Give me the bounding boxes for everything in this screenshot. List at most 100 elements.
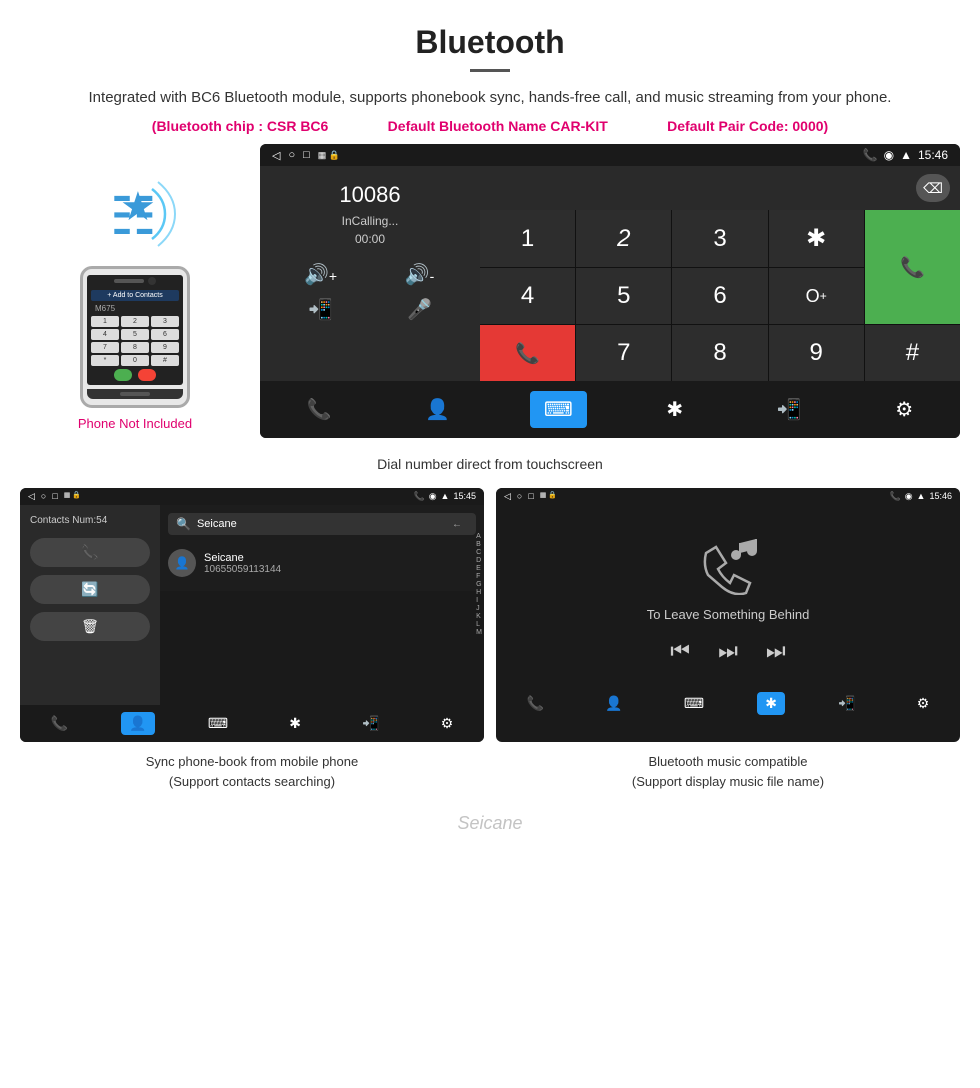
contacts-back-icon[interactable]: ◁	[28, 491, 35, 502]
dialpad-7[interactable]: 7	[91, 342, 119, 353]
dialpad-0[interactable]: 0	[121, 355, 149, 366]
dial-bottom-dialpad-btn[interactable]: ⌨	[530, 391, 587, 428]
contacts-search-input[interactable]	[197, 518, 452, 530]
music-artwork-svg	[688, 525, 768, 595]
music-play-btn[interactable]: ⏭	[718, 638, 738, 664]
phone-side: ★ ☷ + Add to Contacts M675	[20, 144, 250, 431]
dialpad-hash[interactable]: #	[151, 355, 179, 366]
music-bottom-contact-btn[interactable]: 👤	[597, 692, 630, 715]
volume-down-btn[interactable]: 🔊-	[375, 262, 464, 287]
dialpad-9[interactable]: 9	[151, 342, 179, 353]
phone-mockup: + Add to Contacts M675 1 2 3 4 5 6 7 8 9…	[80, 266, 190, 408]
dialpad-8[interactable]: 8	[121, 342, 149, 353]
alpha-a: A	[476, 533, 482, 540]
contacts-bottom-transfer-btn[interactable]: 📲	[354, 712, 387, 735]
dial-bottom-transfer-btn[interactable]: 📲	[763, 391, 816, 428]
dialpad-2[interactable]: 2	[121, 316, 149, 327]
music-controls: ⏮ ⏭ ⏭	[670, 638, 785, 664]
numpad-1[interactable]: 1	[480, 210, 575, 267]
music-wifi-icon: ▲	[917, 491, 926, 502]
contacts-bottom-bar: 📞 👤 ⌨ ✱ 📲 ⚙	[20, 705, 484, 742]
alpha-h: H	[476, 589, 482, 596]
dialpad-1[interactable]: 1	[91, 316, 119, 327]
music-bottom-dialpad-btn[interactable]: ⌨	[676, 692, 712, 715]
back-icon[interactable]: ◁	[272, 149, 280, 162]
music-bottom-transfer-btn[interactable]: 📲	[830, 692, 863, 715]
contacts-status-bar: ◁ ○ □ ▦ 🔒 📞 ◉ ▲ 15:45	[20, 488, 484, 505]
numpad-7[interactable]: 7	[576, 325, 671, 381]
numpad-6[interactable]: 6	[672, 268, 767, 324]
contacts-call-btn[interactable]: 📞	[30, 538, 150, 567]
mic-btn[interactable]: 🎤	[375, 297, 464, 322]
music-prev-btn[interactable]: ⏮	[670, 638, 690, 664]
alpha-j: J	[476, 605, 482, 612]
dialpad-star[interactable]: *	[91, 355, 119, 366]
dialpad-5[interactable]: 5	[121, 329, 149, 340]
contacts-home-icon[interactable]: ○	[41, 491, 46, 502]
contacts-bottom-dialpad-btn[interactable]: ⌨	[200, 712, 236, 735]
contacts-refresh-btn[interactable]: 🔄	[30, 575, 150, 604]
music-bottom-bluetooth-btn[interactable]: ✱	[757, 692, 785, 715]
dialpad-3[interactable]: 3	[151, 316, 179, 327]
alpha-c: C	[476, 549, 482, 556]
contacts-bottom-bluetooth-btn[interactable]: ✱	[281, 712, 309, 735]
phone-signal-icon: 📞	[863, 148, 878, 162]
dial-bottom-settings-btn[interactable]: ⚙	[881, 391, 927, 428]
numpad-2[interactable]: 2	[576, 210, 671, 267]
music-phone-icon: 📞	[889, 491, 900, 502]
spec-chip: (Bluetooth chip : CSR BC6	[152, 118, 329, 134]
numpad-3[interactable]: 3	[672, 210, 767, 267]
numpad-9[interactable]: 9	[769, 325, 864, 381]
contacts-bottom-settings-btn[interactable]: ⚙	[433, 712, 462, 735]
music-home-icon[interactable]: ○	[517, 491, 522, 502]
music-bottom-phone-btn[interactable]: 📞	[519, 692, 552, 715]
dialpad-4[interactable]: 4	[91, 329, 119, 340]
music-recents-icon[interactable]: □	[528, 491, 533, 502]
dial-bottom-bluetooth-btn[interactable]: ✱	[652, 391, 697, 428]
contact-list-item[interactable]: 👤 Seicane 10655059113144	[160, 543, 484, 583]
spec-pair: Default Pair Code: 0000)	[667, 118, 828, 134]
volume-up-btn[interactable]: 🔊+	[276, 262, 365, 287]
wifi-signal-icon: ▲	[900, 148, 912, 162]
dial-timer: 00:00	[276, 232, 464, 246]
dial-bottom-phone-btn[interactable]: 📞	[293, 391, 346, 428]
contacts-delete-btn[interactable]: 🗑	[30, 612, 150, 641]
music-bottom-settings-btn[interactable]: ⚙	[909, 692, 938, 715]
bluetooth-icon: ★	[120, 184, 156, 230]
contacts-search-bar[interactable]: 🔍 ←	[168, 513, 476, 535]
phone-red-end-btn[interactable]	[138, 369, 156, 381]
dial-screen: ◁ ○ □ ▦ 🔒 📞 ◉ ▲ 15:46 10086 InCalling...	[260, 144, 960, 438]
numpad-star[interactable]: ✱	[769, 210, 864, 267]
contacts-bottom-phone-btn[interactable]: 📞	[43, 712, 76, 735]
phone-action-row	[91, 369, 179, 381]
contacts-count: Contacts Num:54	[30, 515, 150, 526]
contacts-bottom-contact-btn[interactable]: 👤	[121, 712, 154, 735]
music-caption-line1: Bluetooth music compatible	[649, 754, 808, 769]
alpha-m: M	[476, 629, 482, 636]
header-description: Integrated with BC6 Bluetooth module, su…	[40, 86, 940, 110]
numpad-8[interactable]: 8	[672, 325, 767, 381]
contact-number: 10655059113144	[204, 564, 281, 575]
music-screen: ◁ ○ □ ▦ 🔒 📞 ◉ ▲ 15:46	[496, 488, 960, 742]
recents-icon[interactable]: □	[303, 149, 310, 161]
location-icon: ◉	[884, 148, 894, 162]
numpad-0plus[interactable]: O+	[769, 268, 864, 324]
phone-green-call-btn[interactable]	[114, 369, 132, 381]
music-caption: Bluetooth music compatible (Support disp…	[496, 752, 960, 791]
dial-bottom-contact-btn[interactable]: 👤	[411, 391, 464, 428]
music-main: To Leave Something Behind ⏮ ⏭ ⏭	[496, 505, 960, 685]
numpad-hash[interactable]: #	[865, 325, 960, 381]
contacts-back-arrow[interactable]: ←	[452, 519, 462, 530]
numpad-4[interactable]: 4	[480, 268, 575, 324]
home-icon[interactable]: ○	[288, 149, 295, 161]
numpad-call-btn[interactable]: 📞	[865, 210, 960, 324]
music-back-icon[interactable]: ◁	[504, 491, 511, 502]
numpad-end-btn[interactable]: 📞	[480, 325, 575, 381]
dialpad-6[interactable]: 6	[151, 329, 179, 340]
music-bottom-bar: 📞 👤 ⌨ ✱ 📲 ⚙	[496, 685, 960, 722]
contacts-recents-icon[interactable]: □	[52, 491, 57, 502]
numpad-5[interactable]: 5	[576, 268, 671, 324]
transfer-btn[interactable]: 📲	[276, 297, 365, 322]
dial-delete-btn[interactable]: ⌫	[916, 174, 950, 202]
music-next-btn[interactable]: ⏭	[766, 638, 786, 664]
